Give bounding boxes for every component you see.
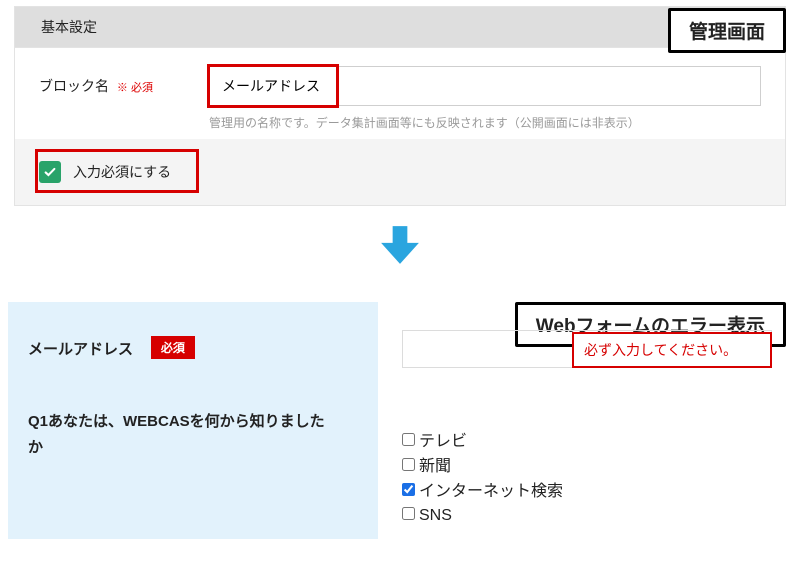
q1-option-label: テレビ xyxy=(419,433,467,450)
down-arrow-icon xyxy=(379,224,421,266)
block-name-row: ブロック名 ※ 必須 管理用の名称です。データ集計画面等にも反映されます（公開画… xyxy=(15,48,785,139)
q1-option-label: インターネット検索 xyxy=(419,483,563,500)
block-name-input[interactable] xyxy=(209,66,761,106)
email-label: メールアドレス xyxy=(28,338,133,359)
q1-label: Q1あなたは、WEBCASを何から知りましたか xyxy=(28,409,328,460)
q1-option-checkbox[interactable] xyxy=(402,483,415,496)
error-message: 必ず入力してください。 xyxy=(572,332,772,368)
q1-option[interactable]: インターネット検索 xyxy=(402,480,772,505)
block-name-hint: 管理用の名称です。データ集計画面等にも反映されます（公開画面には非表示） xyxy=(209,114,761,131)
required-badge: 必須 xyxy=(151,336,195,359)
block-name-label: ブロック名 ※ 必須 xyxy=(39,66,209,96)
q1-option[interactable]: SNS xyxy=(402,504,772,529)
form-right-column: 必ず入力してください。 テレビ新聞インターネット検索 SNS xyxy=(378,302,792,539)
required-mark: ※ 必須 xyxy=(117,82,153,94)
q1-option-checkbox[interactable] xyxy=(402,458,415,471)
admin-screen-label: 管理画面 xyxy=(668,8,786,53)
q1-option-checkbox[interactable] xyxy=(402,507,415,520)
email-field-label-row: メールアドレス 必須 xyxy=(28,336,358,359)
require-input-checkbox[interactable] xyxy=(39,161,61,183)
form-left-column: メールアドレス 必須 Q1あなたは、WEBCASを何から知りましたか xyxy=(8,302,378,539)
q1-options: テレビ新聞インターネット検索 SNS xyxy=(402,430,772,529)
q1-option[interactable]: テレビ xyxy=(402,430,772,455)
q1-option-checkbox[interactable] xyxy=(402,433,415,446)
q1-option-label: SNS xyxy=(419,507,452,524)
require-input-row: 入力必須にする xyxy=(15,139,785,205)
web-form-preview: メールアドレス 必須 Q1あなたは、WEBCASを何から知りましたか 必ず入力し… xyxy=(8,302,792,539)
q1-option[interactable]: 新聞 xyxy=(402,455,772,480)
check-icon xyxy=(43,165,57,179)
block-name-label-text: ブロック名 xyxy=(39,78,109,94)
require-input-label: 入力必須にする xyxy=(73,162,171,182)
q1-option-label: 新聞 xyxy=(419,458,451,475)
